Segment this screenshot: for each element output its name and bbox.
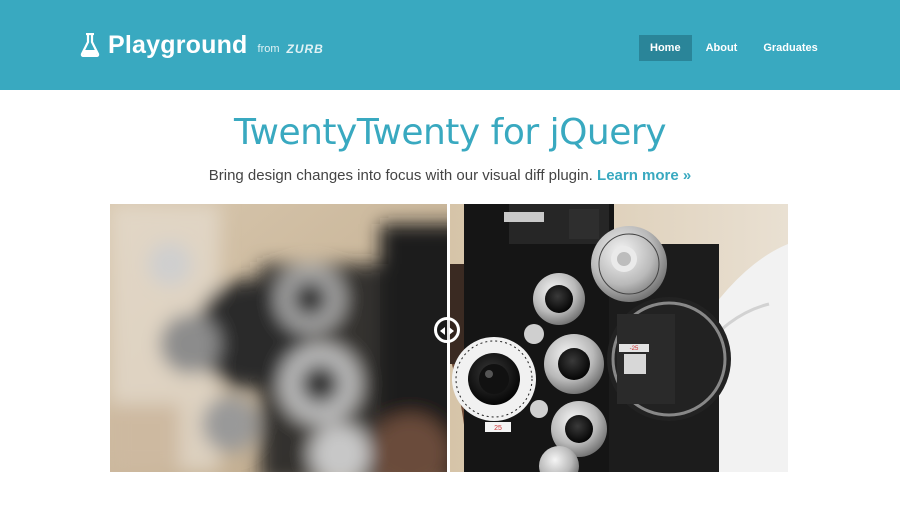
slider-handle[interactable] — [434, 317, 460, 343]
flask-icon — [80, 33, 100, 57]
page-title: TwentyTwenty for jQuery — [233, 112, 667, 153]
nav-about[interactable]: About — [695, 35, 749, 61]
after-image: 25 -25 — [449, 204, 788, 472]
brand-from: from — [257, 43, 280, 55]
phoropter-image: 25 -25 — [449, 204, 788, 472]
learn-more-link[interactable]: Learn more » — [597, 167, 691, 184]
company-logo: ZURB — [286, 42, 324, 56]
before-image — [110, 204, 449, 472]
brand[interactable]: Playground from ZURB — [80, 28, 324, 62]
dial-label: -25 — [630, 346, 639, 352]
brand-name: Playground — [108, 30, 248, 59]
main-nav: Home About Graduates — [639, 35, 829, 61]
top-bar: Playground from ZURB Home About Graduate… — [0, 0, 900, 90]
nav-graduates[interactable]: Graduates — [752, 35, 828, 61]
nav-home[interactable]: Home — [639, 35, 692, 61]
blurred-phoropter-image — [110, 204, 449, 472]
arrow-left-icon — [440, 327, 445, 335]
subtitle-text: Bring design changes into focus with our… — [208, 167, 593, 184]
image-comparison-slider[interactable]: 25 -25 — [110, 204, 788, 472]
dial-label: 25 — [494, 425, 502, 432]
hero-subtitle: Bring design changes into focus with our… — [0, 167, 900, 184]
arrow-right-icon — [449, 327, 454, 335]
